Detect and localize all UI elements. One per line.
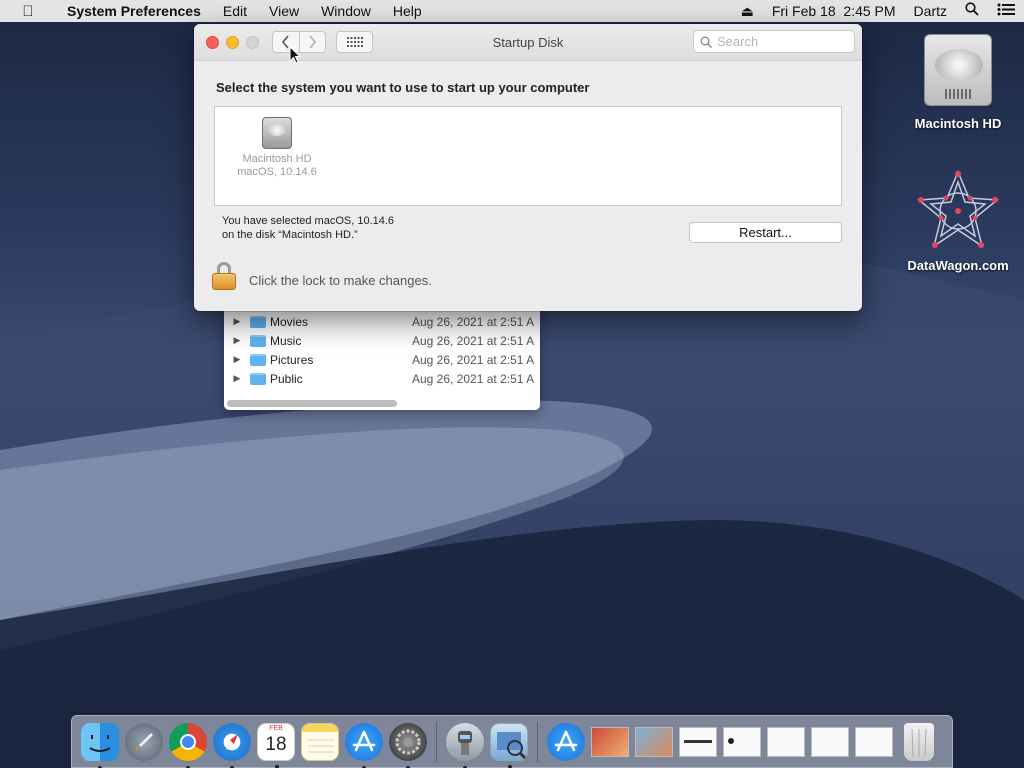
- list-item[interactable]: ▶ Music Aug 26, 2021 at 2:51 A: [224, 331, 540, 350]
- mouse-cursor-icon: [289, 46, 301, 64]
- search-icon: [700, 36, 712, 48]
- gear-icon: [395, 729, 421, 754]
- lock-icon[interactable]: [212, 262, 236, 290]
- startup-disk-macintosh-hd[interactable]: Macintosh HD macOS, 10.14.6: [229, 117, 325, 179]
- dock-system-preferences[interactable]: [389, 722, 427, 768]
- datawagon-logo-icon: [917, 170, 999, 248]
- folder-icon: [250, 353, 266, 366]
- menu-bar:  System Preferences Edit View Window He…: [0, 0, 1024, 22]
- dock-calendar[interactable]: FEB 18: [257, 722, 295, 768]
- dock: FEB 18: [71, 715, 953, 768]
- app-store-icon: [554, 730, 578, 751]
- lock-hint: Click the lock to make changes.: [249, 273, 432, 288]
- desktop-icon-macintosh-hd[interactable]: Macintosh HD: [898, 30, 1018, 131]
- hard-drive-icon: [922, 30, 994, 110]
- hard-drive-icon: [262, 117, 292, 149]
- menu-user[interactable]: Dartz: [905, 0, 956, 22]
- robot-icon: [458, 730, 472, 755]
- eject-icon[interactable]: ⏏: [732, 0, 763, 22]
- disk-name: Macintosh HD: [242, 153, 312, 165]
- desktop-icon-label: DataWagon.com: [907, 258, 1009, 273]
- dock-separator: [537, 721, 538, 762]
- apple-logo-icon[interactable]: : [0, 3, 56, 20]
- chrome-icon: [180, 733, 196, 750]
- menu-clock[interactable]: Fri Feb 18 2:45 PM: [763, 0, 905, 22]
- dock-safari[interactable]: [213, 722, 251, 768]
- folder-icon: [250, 334, 266, 347]
- dock-minimized-document[interactable]: [855, 726, 893, 757]
- dock-trash[interactable]: [904, 722, 934, 761]
- startup-prompt: Select the system you want to use to sta…: [216, 80, 590, 95]
- dock-notes[interactable]: [301, 722, 339, 761]
- dock-app-store[interactable]: [345, 722, 383, 768]
- desktop-icon-datawagon[interactable]: DataWagon.com: [898, 168, 1018, 273]
- menu-view[interactable]: View: [258, 0, 310, 22]
- trash-icon: [911, 728, 927, 757]
- horizontal-scrollbar[interactable]: [227, 400, 397, 407]
- startup-disk-window: Startup Disk Select the system you want …: [194, 24, 862, 311]
- notification-center-icon[interactable]: [988, 0, 1024, 22]
- dock-minimized-document[interactable]: [767, 726, 805, 757]
- rocket-icon: [135, 732, 153, 751]
- startup-disk-list: Macintosh HD macOS, 10.14.6: [214, 106, 842, 206]
- selection-summary: You have selected macOS, 10.14.6 on the …: [222, 215, 395, 241]
- disclosure-triangle-icon[interactable]: ▶: [224, 335, 250, 346]
- compass-icon: [226, 733, 238, 750]
- dock-minimized-photo[interactable]: [591, 726, 629, 757]
- spotlight-search-icon[interactable]: [956, 0, 988, 22]
- list-item[interactable]: ▶ Pictures Aug 26, 2021 at 2:51 A: [224, 350, 540, 369]
- desktop-icon-label: Macintosh HD: [914, 116, 1002, 131]
- list-item[interactable]: ▶ Movies Aug 26, 2021 at 2:51 A: [224, 312, 540, 331]
- restart-button[interactable]: Restart...: [689, 222, 842, 243]
- disk-os-version: macOS, 10.14.6: [237, 166, 317, 178]
- menu-app-name[interactable]: System Preferences: [56, 0, 212, 22]
- folder-icon: [250, 372, 266, 385]
- dock-minimized-window[interactable]: [679, 726, 717, 757]
- search-field[interactable]: [693, 30, 855, 53]
- menu-window[interactable]: Window: [310, 0, 382, 22]
- dock-automator[interactable]: [446, 722, 484, 768]
- dock-launchpad[interactable]: [125, 722, 163, 761]
- menu-help[interactable]: Help: [382, 0, 433, 22]
- dock-minimized-document[interactable]: [811, 726, 849, 757]
- disclosure-triangle-icon[interactable]: ▶: [224, 316, 250, 327]
- search-input[interactable]: [717, 34, 847, 49]
- notes-icon: [308, 739, 334, 752]
- dock-separator: [436, 721, 437, 762]
- app-store-icon: [352, 730, 376, 751]
- dock-minimized-photo[interactable]: [635, 726, 673, 757]
- finder-window-fragment: ▶ Movies Aug 26, 2021 at 2:51 A ▶ Music …: [224, 300, 540, 410]
- finder-icon: [89, 734, 111, 752]
- dock-minimized-window[interactable]: [723, 726, 761, 757]
- folder-icon: [250, 315, 266, 328]
- dock-preview[interactable]: [490, 722, 528, 768]
- disclosure-triangle-icon[interactable]: ▶: [224, 373, 250, 384]
- disclosure-triangle-icon[interactable]: ▶: [224, 354, 250, 365]
- dock-finder[interactable]: [81, 722, 119, 768]
- dock-downloads-stack[interactable]: [547, 722, 585, 761]
- magnifier-photo-icon: [497, 731, 527, 759]
- menu-edit[interactable]: Edit: [212, 0, 258, 22]
- dock-chrome[interactable]: [169, 722, 207, 768]
- list-item[interactable]: ▶ Public Aug 26, 2021 at 2:51 A: [224, 369, 540, 388]
- calendar-icon: FEB 18: [265, 724, 287, 755]
